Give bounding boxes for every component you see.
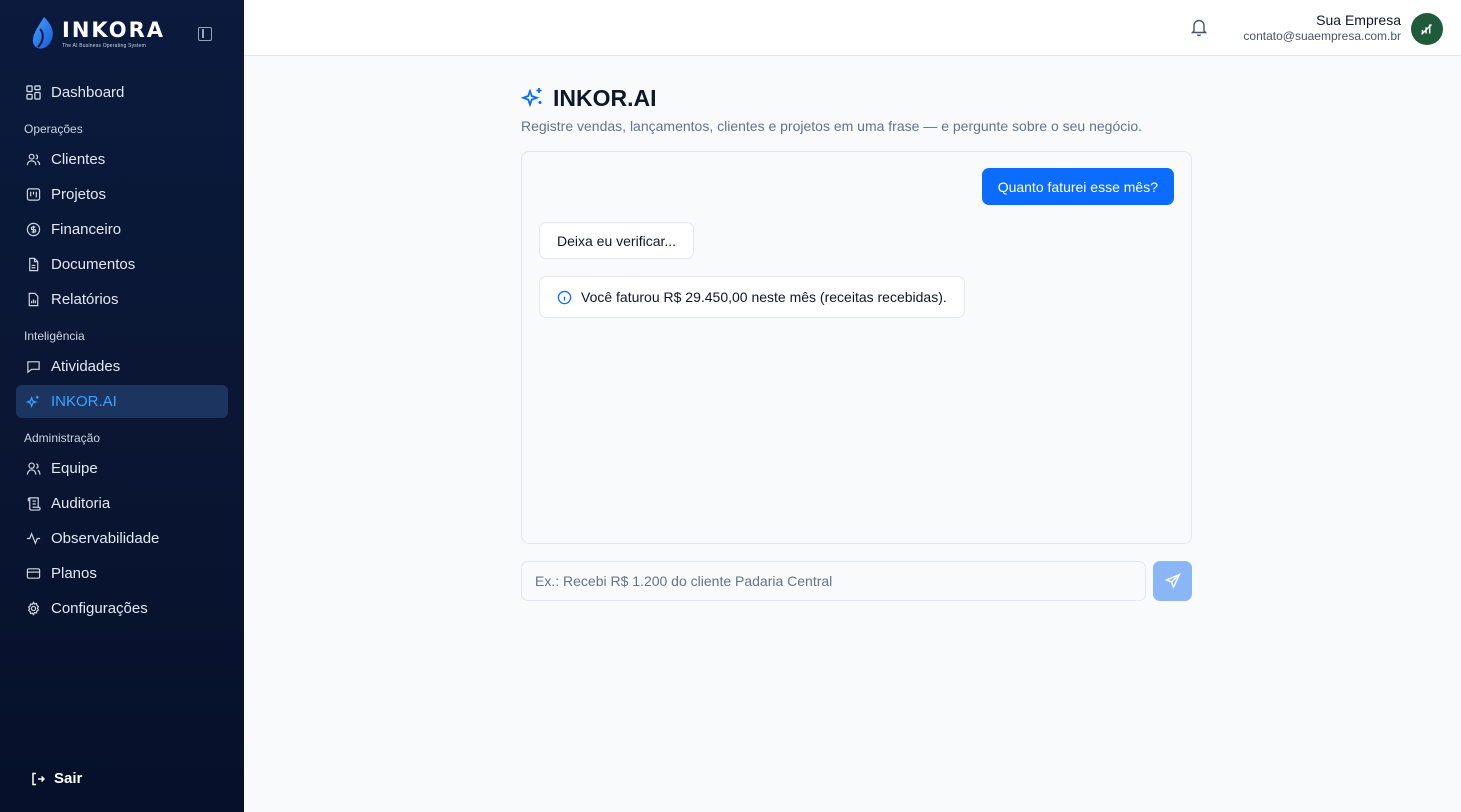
section-label-inteligencia: Inteligência	[24, 329, 85, 343]
activity-icon	[24, 530, 42, 548]
sidebar-nav: Dashboard Operações Clientes Projetos Fi…	[16, 76, 228, 627]
page-subtitle: Registre vendas, lançamentos, clientes e…	[521, 118, 1143, 134]
scroll-icon	[24, 495, 42, 513]
bell-icon[interactable]	[1190, 17, 1208, 37]
section-label-administracao: Administração	[24, 431, 101, 445]
user-info[interactable]: Sua Empresa contato@suaempresa.com.br	[1243, 12, 1401, 44]
send-icon	[1164, 573, 1181, 589]
info-icon	[557, 290, 572, 304]
file-icon	[24, 256, 42, 274]
inkora-logo-icon	[32, 17, 53, 49]
gear-icon	[24, 600, 42, 618]
sidebar-item-projetos[interactable]: Projetos	[16, 178, 228, 211]
sparkles-icon	[521, 88, 542, 108]
avatar[interactable]	[1411, 13, 1443, 45]
company-logo-icon	[1421, 23, 1433, 35]
assistant-message: Você faturou R$ 29.450,00 neste mês (rec…	[539, 276, 965, 318]
user-email: contato@suaempresa.com.br	[1243, 29, 1401, 43]
sidebar-item-clientes[interactable]: Clientes	[16, 143, 228, 176]
sidebar-item-documentos[interactable]: Documentos	[16, 248, 228, 281]
chat-panel[interactable]: Quanto faturei esse mês? Deixa eu verifi…	[521, 151, 1192, 544]
assistant-message-text: Deixa eu verificar...	[557, 232, 677, 249]
sidebar-item-label: Equipe	[51, 460, 98, 477]
page-title-text: INKOR.AI	[553, 84, 657, 111]
brand-name: INKORA	[62, 18, 165, 42]
sidebar-item-atividades[interactable]: Atividades	[16, 350, 228, 383]
logout-icon	[32, 772, 46, 785]
sidebar-item-dashboard[interactable]: Dashboard	[16, 76, 228, 109]
sidebar-item-label: Financeiro	[51, 221, 122, 238]
sidebar-item-inkor-ai[interactable]: INKOR.AI	[16, 385, 228, 418]
chat-composer	[521, 561, 1192, 601]
kanban-icon	[24, 186, 42, 204]
sidebar-item-label: Configurações	[51, 600, 148, 617]
file-chart-icon	[24, 291, 42, 309]
sidebar-item-label: Planos	[51, 565, 97, 582]
brand-tagline: The AI Business Operating System	[62, 43, 146, 49]
sidebar-item-label: Relatórios	[51, 291, 119, 308]
user-message: Quanto faturei esse mês?	[981, 168, 1174, 205]
assistant-message: Deixa eu verificar...	[539, 222, 695, 259]
send-button[interactable]	[1153, 561, 1192, 601]
sidebar-item-configuracoes[interactable]: Configurações	[16, 592, 228, 625]
sidebar-item-label: Atividades	[51, 358, 121, 375]
sidebar-item-planos[interactable]: Planos	[16, 557, 228, 590]
main-content: INKOR.AI Registre vendas, lançamentos, c…	[521, 84, 1192, 601]
sidebar-item-auditoria[interactable]: Auditoria	[16, 487, 228, 520]
sidebar-collapse-icon[interactable]	[198, 27, 212, 41]
sidebar-item-label: Clientes	[51, 151, 106, 168]
section-label-operacoes: Operações	[24, 122, 83, 136]
logout-label: Sair	[54, 770, 83, 787]
sidebar-item-equipe[interactable]: Equipe	[16, 452, 228, 485]
sidebar-item-label: Observabilidade	[51, 530, 160, 547]
sidebar-item-label: INKOR.AI	[51, 393, 117, 410]
company-name: Sua Empresa	[1316, 12, 1401, 28]
chat-input[interactable]	[521, 561, 1146, 601]
dashboard-icon	[24, 84, 42, 102]
sidebar-item-financeiro[interactable]: Financeiro	[16, 213, 228, 246]
sidebar-item-relatorios[interactable]: Relatórios	[16, 283, 228, 316]
page-title: INKOR.AI	[521, 84, 1192, 112]
message-square-icon	[24, 358, 42, 376]
sidebar-item-observabilidade[interactable]: Observabilidade	[16, 522, 228, 555]
logout-button[interactable]: Sair	[30, 770, 82, 787]
sidebar: INKORA The AI Business Operating System …	[0, 0, 244, 812]
credit-card-icon	[24, 565, 42, 583]
users-icon	[24, 151, 42, 169]
brand-logo[interactable]: INKORA The AI Business Operating System	[30, 14, 170, 54]
sidebar-item-label: Documentos	[51, 256, 136, 273]
dollar-circle-icon	[24, 221, 42, 239]
sidebar-item-label: Dashboard	[51, 84, 125, 101]
sidebar-item-label: Projetos	[51, 186, 107, 203]
sidebar-item-label: Auditoria	[51, 495, 111, 512]
users-icon	[24, 460, 42, 478]
top-bar: Sua Empresa contato@suaempresa.com.br	[244, 0, 1461, 56]
assistant-message-text: Você faturou R$ 29.450,00 neste mês (rec…	[581, 289, 947, 305]
sparkles-icon	[24, 393, 42, 411]
